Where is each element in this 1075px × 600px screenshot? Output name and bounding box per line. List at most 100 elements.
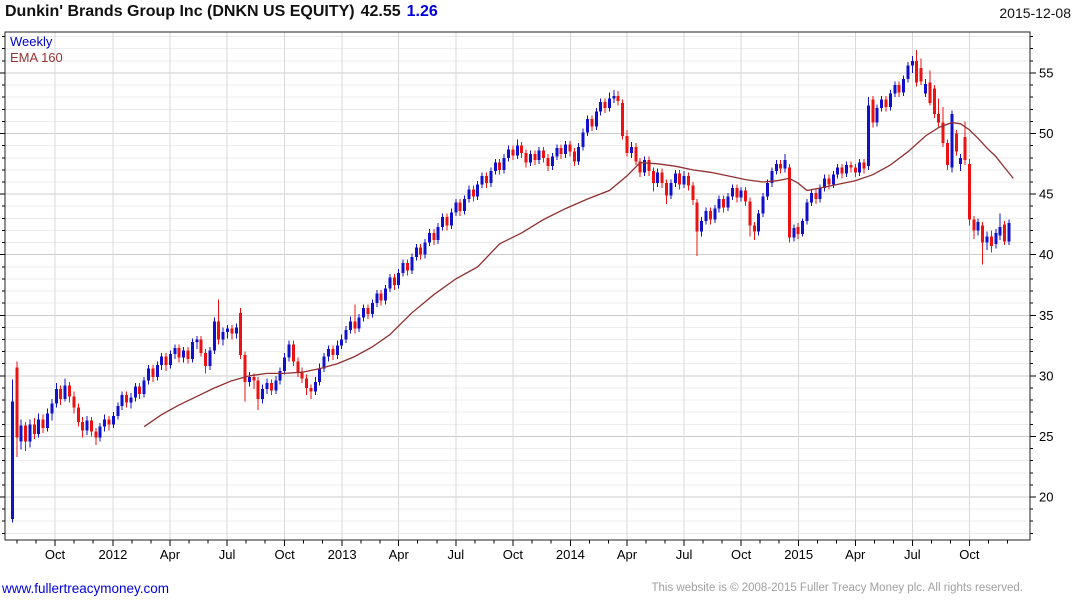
candle-body xyxy=(805,202,809,221)
candle-body xyxy=(326,349,330,357)
candle-body xyxy=(1003,224,1007,242)
candle-body xyxy=(252,377,256,381)
candle-body xyxy=(370,303,374,315)
candle-body xyxy=(572,151,576,162)
candle-body xyxy=(15,367,19,438)
candle-body xyxy=(875,108,879,123)
x-axis-label: Oct xyxy=(274,547,295,562)
candle-body xyxy=(50,403,54,414)
candle-body xyxy=(375,293,379,304)
candle-body xyxy=(902,79,906,93)
instrument-name: Dunkin' Brands Group Inc (DNKN US EQUITY… xyxy=(5,3,355,20)
candle-body xyxy=(827,178,831,185)
y-axis-label: 40 xyxy=(1039,247,1053,262)
candle-body xyxy=(621,103,625,136)
candle-body xyxy=(348,321,352,330)
x-axis-label: Apr xyxy=(617,547,638,562)
candle-body xyxy=(634,146,638,162)
candle-body xyxy=(739,190,743,198)
candle-body xyxy=(344,329,348,340)
candle-body xyxy=(111,415,115,425)
x-axis-label: Jul xyxy=(447,547,464,562)
candle-body xyxy=(226,328,230,333)
candle-body xyxy=(502,157,506,170)
candle-body xyxy=(221,332,225,340)
x-axis-label: Apr xyxy=(160,547,181,562)
candle-body xyxy=(449,212,453,226)
candle-body xyxy=(269,383,273,391)
candle-body xyxy=(81,421,85,431)
candle-body xyxy=(353,321,357,329)
candle-body xyxy=(63,385,67,399)
candle-body xyxy=(924,83,928,94)
candle-body xyxy=(546,157,550,167)
candle-body xyxy=(256,380,260,399)
candle-body xyxy=(730,188,734,197)
candle-body xyxy=(28,424,32,442)
candle-body xyxy=(133,386,137,398)
x-axis-label: 2015 xyxy=(784,547,813,562)
fullertreacymoney-link[interactable]: www.fullertreacymoney.com xyxy=(2,581,169,596)
candle-body xyxy=(537,150,541,161)
candle-body xyxy=(603,102,607,109)
candle-body xyxy=(287,344,291,358)
candle-body xyxy=(726,196,730,208)
candle-body xyxy=(845,165,848,174)
candle-body xyxy=(463,198,467,212)
candle-body xyxy=(577,146,581,162)
candle-body xyxy=(704,211,708,221)
candle-body xyxy=(651,171,655,184)
page-title: Dunkin' Brands Group Inc (DNKN US EQUITY… xyxy=(5,3,438,20)
y-axis-label: 55 xyxy=(1039,65,1053,80)
candle-body xyxy=(103,419,107,427)
candle-body xyxy=(866,105,870,167)
candle-body xyxy=(871,99,875,123)
candle-body xyxy=(313,381,317,392)
candle-body xyxy=(177,347,181,358)
candle-body xyxy=(506,149,510,158)
candle-body xyxy=(173,347,177,355)
candle-body xyxy=(427,232,431,243)
candle-body xyxy=(880,99,884,109)
candle-body xyxy=(296,361,300,373)
candle-body xyxy=(910,60,914,66)
candle-body xyxy=(656,172,660,184)
x-axis-labels: Oct 2012 Apr Jul Oct 2013 Apr Jul Oct 2014 Apr Jul O… xyxy=(45,547,980,562)
y-axis-label: 45 xyxy=(1039,187,1053,202)
candle-body xyxy=(217,321,221,340)
candle-body xyxy=(498,162,502,170)
candle-body xyxy=(388,277,392,289)
candle-body xyxy=(138,386,142,395)
candle-body xyxy=(89,420,93,432)
candle-body xyxy=(555,148,559,157)
candle-body xyxy=(300,372,304,379)
candle-body xyxy=(906,65,910,80)
candle-body xyxy=(432,232,436,241)
candle-body xyxy=(809,192,813,203)
candle-body xyxy=(599,102,603,112)
candle-body xyxy=(836,167,840,175)
candles xyxy=(10,49,1011,523)
candle-body xyxy=(568,144,572,152)
candle-body xyxy=(480,175,484,185)
x-axis-label: Apr xyxy=(845,547,866,562)
x-axis-label: Jul xyxy=(219,547,236,562)
candle-body xyxy=(524,152,528,163)
candle-body xyxy=(981,225,985,243)
candle-body xyxy=(511,149,515,156)
candle-body xyxy=(265,383,269,390)
candle-body xyxy=(485,175,489,184)
candle-body xyxy=(607,98,611,109)
candle-body xyxy=(283,357,287,371)
candle-body xyxy=(801,220,805,235)
candle-body xyxy=(212,321,216,351)
candle-body xyxy=(46,413,50,428)
candle-body xyxy=(32,424,36,434)
candle-body xyxy=(151,368,155,378)
candle-body xyxy=(261,389,265,399)
candle-body xyxy=(559,148,563,155)
candle-body xyxy=(972,219,976,231)
candle-body xyxy=(392,277,396,285)
candle-body xyxy=(230,328,234,334)
candle-body xyxy=(401,263,405,273)
